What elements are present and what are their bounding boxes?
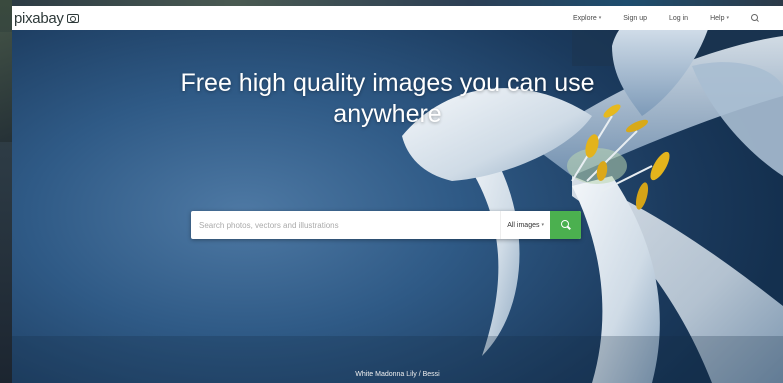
chevron-down-icon: ▾	[541, 222, 544, 228]
nav-help[interactable]: Help ▾	[710, 15, 729, 22]
search-bar: All images ▾	[191, 211, 581, 239]
logo-text: pixabay	[14, 9, 64, 27]
lily-photo	[12, 6, 783, 383]
hero-headline-wrap: Free high quality images you can use any…	[12, 68, 783, 130]
nav-explore-label: Explore	[573, 14, 597, 22]
hero-section	[12, 6, 783, 383]
logo[interactable]: pixabay	[14, 10, 79, 27]
nav-login-link[interactable]: Log in	[669, 15, 688, 22]
search-icon[interactable]	[751, 14, 759, 22]
search-input[interactable]	[191, 211, 501, 239]
search-icon	[560, 220, 571, 230]
nav-help-label: Help	[710, 14, 725, 22]
camera-icon	[66, 13, 79, 23]
hero-headline: Free high quality images you can use any…	[180, 69, 595, 128]
image-type-label: All images	[507, 221, 540, 229]
image-type-dropdown[interactable]: All images ▾	[500, 211, 550, 239]
chevron-down-icon: ▾	[598, 15, 602, 21]
nav-explore[interactable]: Explore ▾	[573, 15, 601, 22]
nav-signup-link[interactable]: Sign up	[623, 15, 647, 22]
top-navigation-bar: pixabay Explore ▾ Sign up Log in Help ▾	[12, 6, 783, 30]
nav-menu: Explore ▾ Sign up Log in Help ▾	[551, 6, 783, 30]
photo-credit-caption[interactable]: White Madonna Lily / Bessi	[12, 371, 783, 378]
chevron-down-icon: ▾	[726, 15, 729, 21]
search-button[interactable]	[550, 211, 581, 239]
